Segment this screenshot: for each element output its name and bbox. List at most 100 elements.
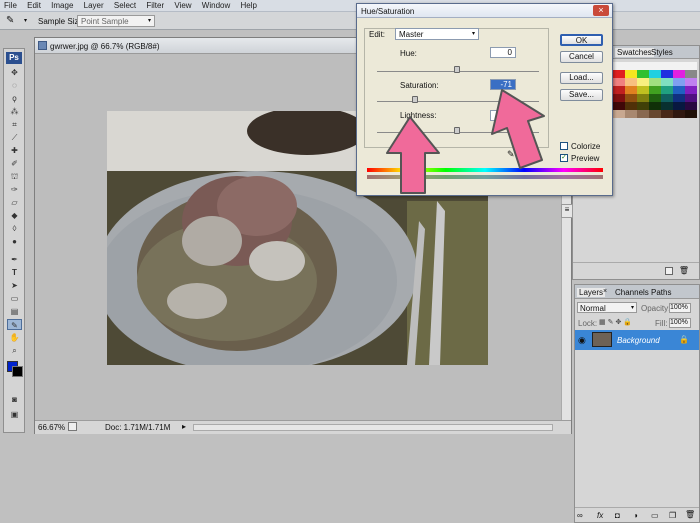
hue-slider-thumb[interactable] bbox=[454, 66, 460, 73]
trash-icon[interactable]: 🗑 bbox=[685, 510, 695, 519]
pen-tool-icon[interactable]: ✒ bbox=[7, 254, 22, 265]
background-color-swatch[interactable] bbox=[12, 366, 23, 377]
opacity-label: Opacity: bbox=[641, 304, 671, 313]
clone-stamp-icon[interactable]: ⛫ bbox=[7, 171, 22, 182]
tab-styles[interactable]: Styles bbox=[649, 48, 675, 57]
menu-edit[interactable]: Edit bbox=[23, 0, 45, 10]
brush-tool-icon[interactable]: ✐ bbox=[7, 158, 22, 169]
quick-mask-icon[interactable]: ◙ bbox=[7, 394, 22, 405]
saturation-slider-thumb[interactable] bbox=[412, 96, 418, 103]
swatches-footer: 🗑 bbox=[573, 262, 699, 280]
zoom-tool-icon[interactable]: ⌕ bbox=[7, 345, 22, 356]
new-group-icon[interactable]: ▭ bbox=[651, 511, 659, 520]
crop-tool-icon[interactable]: ⌗ bbox=[7, 119, 22, 130]
menu-layer[interactable]: Layer bbox=[80, 0, 108, 10]
preview-checkbox[interactable]: ✓ bbox=[560, 154, 568, 162]
save-button[interactable]: Save... bbox=[560, 89, 603, 101]
blend-mode-value: Normal bbox=[580, 304, 606, 313]
menu-filter[interactable]: Filter bbox=[142, 0, 168, 10]
screen-mode-icon[interactable]: ▣ bbox=[7, 409, 22, 420]
cancel-button[interactable]: Cancel bbox=[560, 51, 603, 63]
layers-tab-bar: Layers × Channels Paths bbox=[575, 285, 699, 299]
hue-label: Hue: bbox=[400, 49, 417, 58]
ps-logo: Ps bbox=[6, 52, 22, 64]
tab-layers[interactable]: Layers bbox=[577, 288, 606, 297]
close-icon[interactable]: × bbox=[593, 5, 609, 16]
close-icon[interactable]: × bbox=[603, 288, 607, 295]
colorize-checkbox[interactable] bbox=[560, 142, 568, 150]
hand-tool-icon[interactable]: ✋ bbox=[7, 332, 22, 343]
new-layer-icon[interactable]: ❐ bbox=[669, 511, 676, 520]
doc-size-info: Doc: 1.71M/1.71M bbox=[105, 423, 171, 432]
layers-footer: ∞ fx ◘ ◑ ▭ ❐ 🗑 bbox=[575, 507, 699, 522]
new-swatch-icon[interactable] bbox=[665, 267, 673, 275]
menu-file[interactable]: File bbox=[0, 0, 21, 10]
notes-tool-icon[interactable]: ▤ bbox=[7, 306, 22, 317]
layer-mask-icon[interactable]: ◘ bbox=[615, 511, 620, 520]
lasso-tool-icon[interactable]: ϙ bbox=[7, 93, 22, 104]
menu-help[interactable]: Help bbox=[236, 0, 260, 10]
shape-tool-icon[interactable]: ▭ bbox=[7, 293, 22, 304]
chevron-down-icon: ▾ bbox=[147, 18, 151, 24]
hue-input[interactable]: 0 bbox=[490, 47, 516, 58]
ok-button[interactable]: OK bbox=[560, 34, 603, 46]
slice-tool-icon[interactable]: ⟋ bbox=[7, 132, 22, 143]
marquee-tool-icon[interactable]: ◌ bbox=[7, 80, 22, 91]
dialog-title-bar[interactable]: Hue/Saturation × bbox=[357, 4, 612, 18]
lock-icons[interactable]: ▦✎✥🔒 bbox=[599, 318, 634, 326]
sample-size-value: Point Sample bbox=[81, 17, 129, 26]
blend-mode-select[interactable]: Normal ▾ bbox=[577, 302, 637, 313]
annotation-arrow-icon bbox=[491, 89, 545, 169]
panel-collapse-icon[interactable]: ≡ bbox=[561, 204, 573, 218]
annotation-arrow-icon bbox=[386, 116, 440, 194]
eraser-tool-icon[interactable]: ▱ bbox=[7, 197, 22, 208]
fill-label: Fill: bbox=[655, 319, 668, 328]
menu-view[interactable]: View bbox=[170, 0, 195, 10]
blur-tool-icon[interactable]: ◊ bbox=[7, 223, 22, 234]
tool-preset-dropdown-icon[interactable]: ▾ bbox=[24, 17, 27, 24]
layer-style-icon[interactable]: fx bbox=[597, 511, 603, 520]
type-tool-icon[interactable]: T bbox=[7, 267, 22, 278]
magic-wand-tool-icon[interactable]: ⁂ bbox=[7, 106, 22, 117]
edit-value: Master bbox=[399, 30, 424, 39]
menu-image[interactable]: Image bbox=[47, 0, 77, 10]
colorize-label: Colorize bbox=[571, 142, 601, 151]
trash-icon[interactable]: 🗑 bbox=[679, 266, 689, 275]
edit-select[interactable]: Master ▾ bbox=[395, 28, 479, 40]
layer-row-background[interactable]: ◉ Background 🔒 bbox=[575, 330, 699, 350]
sample-size-select[interactable]: Point Sample ▾ bbox=[77, 15, 155, 27]
status-menu-arrow-icon[interactable]: ▸ bbox=[182, 422, 186, 431]
swatch-grid[interactable] bbox=[613, 62, 697, 134]
eyedropper-icon[interactable]: ✎ bbox=[6, 15, 14, 26]
lock-icon: 🔒 bbox=[679, 335, 689, 344]
eye-icon[interactable]: ◉ bbox=[578, 335, 586, 346]
tab-channels[interactable]: Channels bbox=[613, 288, 651, 297]
menu-window[interactable]: Window bbox=[198, 0, 234, 10]
healing-brush-icon[interactable]: ✚ bbox=[7, 145, 22, 156]
link-layers-icon[interactable]: ∞ bbox=[577, 511, 583, 520]
saturation-label: Saturation: bbox=[400, 81, 439, 90]
eyedropper-tool-icon[interactable]: ✎ bbox=[7, 319, 22, 330]
chevron-down-icon: ▾ bbox=[630, 305, 634, 311]
opacity-input[interactable]: 100% bbox=[669, 303, 691, 313]
menu-select[interactable]: Select bbox=[110, 0, 140, 10]
fill-input[interactable]: 100% bbox=[669, 318, 691, 328]
lightness-slider-thumb[interactable] bbox=[454, 127, 460, 134]
dodge-tool-icon[interactable]: ● bbox=[7, 236, 22, 247]
move-tool-icon[interactable]: ✥ bbox=[7, 67, 22, 78]
zoom-level[interactable]: 66.67% bbox=[38, 423, 65, 432]
path-select-icon[interactable]: ➤ bbox=[7, 280, 22, 291]
toolbox: Ps ✥ ◌ ϙ ⁂ ⌗ ⟋ ✚ ✐ ⛫ ✑ ▱ ◆ ◊ ● ✒ T ➤ ▭ ▤… bbox=[3, 48, 25, 433]
load-button[interactable]: Load... bbox=[560, 72, 603, 84]
history-brush-icon[interactable]: ✑ bbox=[7, 184, 22, 195]
lock-label: Lock: bbox=[578, 319, 598, 328]
adjustment-layer-icon[interactable]: ◑ bbox=[633, 511, 638, 520]
tab-swatches[interactable]: Swatches bbox=[615, 48, 654, 57]
paint-bucket-icon[interactable]: ◆ bbox=[7, 210, 22, 221]
status-icon[interactable] bbox=[68, 422, 77, 431]
layer-name: Background bbox=[617, 336, 660, 345]
edit-label: Edit: bbox=[367, 30, 388, 39]
horizontal-scrollbar[interactable] bbox=[193, 424, 553, 431]
tab-paths[interactable]: Paths bbox=[649, 288, 673, 297]
document-title: gwrwer.jpg @ 66.7% (RGB/8#) bbox=[50, 42, 160, 51]
